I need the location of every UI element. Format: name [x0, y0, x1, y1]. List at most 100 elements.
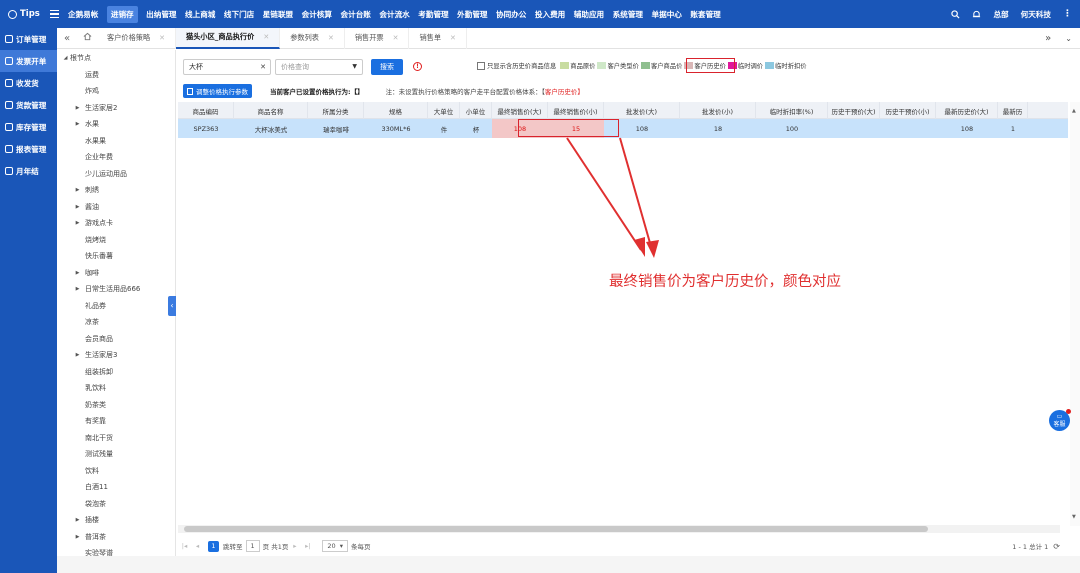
tab[interactable]: 销售单 ✕ — [409, 27, 467, 49]
table-cell[interactable] — [828, 119, 880, 138]
more-vertical-icon[interactable]: ⋮ — [1063, 9, 1072, 19]
keyword-input[interactable]: 大杯 ✕ — [183, 58, 271, 75]
caret-right-icon[interactable]: ▶ — [73, 270, 82, 276]
history-only-checkbox[interactable] — [477, 61, 485, 70]
tree-node[interactable]: 乳饮料 — [57, 380, 175, 397]
caret-right-icon[interactable]: ▶ — [73, 517, 82, 523]
column-header[interactable]: 临时折扣率(%) — [756, 102, 828, 119]
column-header[interactable]: 商品名称 — [234, 102, 308, 119]
caret-right-icon[interactable]: ▶ — [73, 204, 82, 210]
close-icon[interactable]: ✕ — [328, 34, 334, 42]
tree-node[interactable]: 凉茶 — [57, 314, 175, 331]
tree-node[interactable]: 南北干货 — [57, 430, 175, 447]
column-header[interactable]: 大单位 — [428, 102, 460, 119]
caret-right-icon[interactable]: ▶ — [73, 187, 82, 193]
close-icon[interactable]: ✕ — [393, 34, 399, 42]
tree-node[interactable]: ▶ 游戏点卡 — [57, 215, 175, 232]
tree-node[interactable]: ▶ 插楼 — [57, 512, 175, 529]
horizontal-scrollbar[interactable] — [178, 525, 1060, 533]
column-header[interactable]: 小单位 — [460, 102, 492, 119]
tabs-scroll-right-icon[interactable]: » — [1045, 33, 1051, 44]
top-nav-item[interactable]: 会计流水 — [379, 7, 409, 22]
table-cell[interactable]: 108 — [936, 119, 998, 138]
clear-icon[interactable]: ✕ — [260, 63, 266, 71]
column-header[interactable]: 批发价(小) — [680, 102, 756, 119]
top-nav-item[interactable]: 外勤管理 — [457, 7, 487, 22]
top-nav-item[interactable]: 出纳管理 — [146, 7, 176, 22]
sidebar-item[interactable]: 收发货 — [0, 72, 57, 94]
page-input[interactable]: 1 — [245, 540, 260, 552]
column-header[interactable]: 历史干预价(小) — [880, 102, 936, 119]
top-nav-item[interactable]: 系统管理 — [613, 7, 643, 22]
top-nav-item[interactable]: 考勤管理 — [418, 7, 448, 22]
top-nav-item[interactable]: 会计核算 — [302, 7, 332, 22]
table-cell[interactable]: 瑞幸咖啡 — [308, 119, 364, 138]
tree-root[interactable]: ◢ 根节点 — [57, 50, 175, 67]
column-header[interactable]: 所属分类 — [308, 102, 364, 119]
table-cell[interactable]: 杯 — [460, 119, 492, 138]
tab[interactable]: 销售开票 ✕ — [345, 27, 410, 49]
tabs-scroll-left-icon[interactable]: « — [57, 33, 77, 44]
tab[interactable]: 猫头小区_商品执行价 ✕ — [176, 27, 281, 49]
column-header[interactable]: 最新历 — [998, 102, 1028, 119]
next-page-icon[interactable]: ▸ — [290, 542, 299, 550]
tree-node[interactable]: 测试残量 — [57, 446, 175, 463]
app-logo[interactable]: Tips — [0, 9, 46, 19]
tab[interactable]: 客户价格策略 ✕ — [97, 27, 177, 49]
table-cell[interactable]: 100 — [756, 119, 828, 138]
tree-node[interactable]: ▶ 水果 — [57, 116, 175, 133]
tree-node[interactable]: ▶ 生活家居2 — [57, 100, 175, 117]
caret-right-icon[interactable]: ▶ — [73, 121, 82, 127]
close-icon[interactable]: ✕ — [159, 34, 165, 42]
column-header[interactable]: 规格 — [364, 102, 428, 119]
top-nav-item[interactable]: 单据中心 — [652, 7, 682, 22]
column-header[interactable]: 批发价(大) — [604, 102, 680, 119]
collapse-tree-button[interactable]: ‹ — [168, 296, 176, 316]
top-nav-item[interactable]: 投入费用 — [535, 7, 565, 22]
horizontal-scroll-thumb[interactable] — [184, 526, 928, 532]
first-page-icon[interactable]: |◂ — [180, 542, 189, 550]
table-row[interactable]: SPZ363 大杯冰美式 瑞幸咖啡 330ML*6 件杯 108 15 108 18 100 108… — [178, 119, 1068, 138]
caret-right-icon[interactable]: ▶ — [73, 286, 82, 292]
caret-right-icon[interactable]: ▶ — [73, 534, 82, 540]
table-cell[interactable]: 1 — [998, 119, 1028, 138]
sidebar-item[interactable]: 报表管理 — [0, 138, 57, 160]
column-header[interactable]: 商品编码 — [178, 102, 234, 119]
top-nav-item[interactable]: 辅助应用 — [574, 7, 604, 22]
top-nav-item[interactable]: 协同办公 — [496, 7, 526, 22]
sidebar-item[interactable]: 月年结 — [0, 160, 57, 182]
tree-node[interactable]: 饮料 — [57, 463, 175, 480]
price-query-select[interactable]: 价格查询 ▼ — [275, 58, 363, 75]
tree-node[interactable]: ▶ 日常生活用品666 — [57, 281, 175, 298]
tree-node[interactable]: 会员商品 — [57, 331, 175, 348]
caret-right-icon[interactable]: ▶ — [73, 352, 82, 358]
caret-down-icon[interactable]: ◢ — [61, 55, 70, 61]
tree-node[interactable]: 炸鸡 — [57, 83, 175, 100]
tree-node[interactable]: 袋泡茶 — [57, 496, 175, 513]
customer-service-button[interactable]: ▭ 客服 — [1049, 409, 1071, 431]
tree-node[interactable]: 企业年费 — [57, 149, 175, 166]
prev-page-icon[interactable]: ◂ — [193, 542, 202, 550]
column-header[interactable]: 最新历史价(大) — [936, 102, 998, 119]
tree-node[interactable]: 少儿运动用品 — [57, 166, 175, 183]
column-header[interactable]: 最终销售价(大) — [492, 102, 548, 119]
scroll-down-icon[interactable]: ▼ — [1072, 514, 1076, 520]
sidebar-item[interactable]: 发票开单 — [0, 50, 57, 72]
tree-node[interactable]: 有奖靠 — [57, 413, 175, 430]
tree-node[interactable]: 水果果 — [57, 133, 175, 150]
tree-node[interactable]: 烧烤烧 — [57, 232, 175, 249]
search-icon[interactable] — [951, 9, 960, 19]
tree-node[interactable]: 实验琴谱 — [57, 545, 175, 556]
column-header[interactable]: 历史干预价(大) — [828, 102, 880, 119]
tab[interactable]: 参数列表 ✕ — [280, 27, 345, 49]
info-icon[interactable]: ! — [413, 62, 422, 71]
column-header[interactable]: 最终销售价(小) — [548, 102, 604, 119]
table-cell[interactable]: 大杯冰美式 — [234, 119, 308, 138]
current-page-number[interactable]: 1 — [208, 540, 219, 552]
close-icon[interactable]: ✕ — [450, 34, 456, 42]
top-nav-item[interactable]: 进销存 — [106, 5, 138, 23]
tree-node[interactable]: ▶ 刺绣 — [57, 182, 175, 199]
page-size-select[interactable]: 20 ▾ — [322, 540, 349, 552]
menu-toggle-icon[interactable] — [46, 9, 62, 19]
close-icon[interactable]: ✕ — [263, 33, 269, 41]
